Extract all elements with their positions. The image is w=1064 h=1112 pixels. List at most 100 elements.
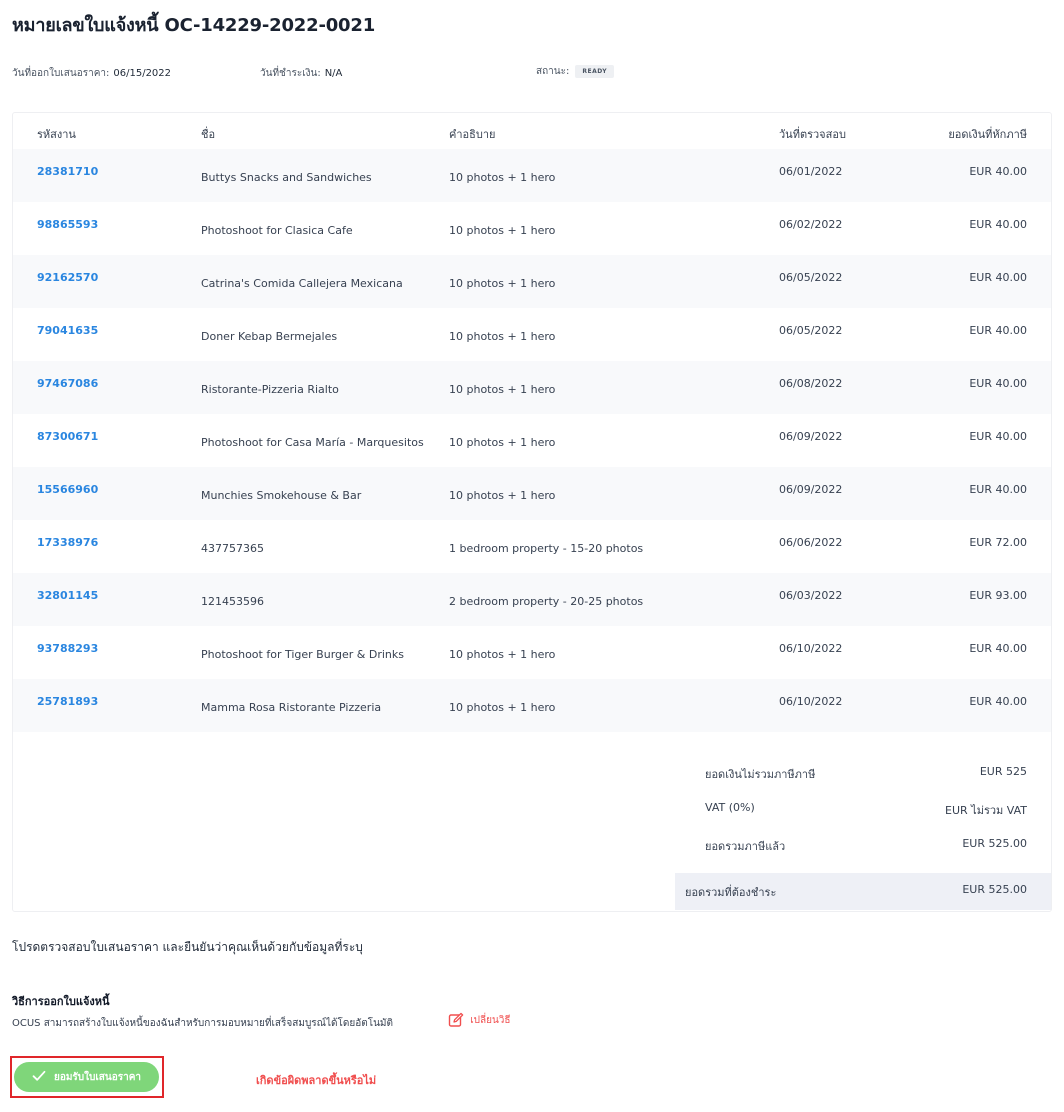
page-title: หมายเลขใบแจ้งหนี้ OC-14229-2022-0021 [12,15,376,36]
job-amount: EUR 40.00 [969,324,1027,337]
vat-value: EUR ไม่รวม VAT [945,804,1027,817]
job-id-link[interactable]: 32801145 [37,589,98,602]
job-review-date: 06/10/2022 [779,642,843,655]
job-description: 10 photos + 1 hero [449,330,556,343]
job-review-date: 06/06/2022 [779,536,843,549]
job-review-date: 06/05/2022 [779,324,843,337]
job-description: 10 photos + 1 hero [449,171,556,184]
job-name: Photoshoot for Tiger Burger & Drinks [201,648,404,661]
job-description: 10 photos + 1 hero [449,224,556,237]
table-row: 32801145 121453596 2 bedroom property - … [13,573,1051,626]
status-label: สถานะ: [536,66,570,77]
payment-date-value: N/A [324,68,343,79]
job-review-date: 06/10/2022 [779,695,843,708]
job-amount: EUR 40.00 [969,642,1027,655]
job-description: 10 photos + 1 hero [449,436,556,449]
issue-date-meta: วันที่ออกใบเสนอราคา: 06/15/2022 [12,66,171,81]
table-row: 25781893 Mamma Rosa Ristorante Pizzeria … [13,679,1051,732]
job-amount: EUR 40.00 [969,377,1027,390]
job-review-date: 06/09/2022 [779,430,843,443]
amount-due-label: ยอดรวมที่ต้องชำระ [685,886,777,899]
table-row: 98865593 Photoshoot for Clasica Cafe 10 … [13,202,1051,255]
edit-icon [448,1012,470,1027]
job-name: 437757365 [201,542,264,555]
table-row: 93788293 Photoshoot for Tiger Burger & D… [13,626,1051,679]
change-method-label: เปลี่ยนวิธี [470,1015,511,1026]
job-name: Photoshoot for Clasica Cafe [201,224,353,237]
report-error-link[interactable]: เกิดข้อผิดพลาดขึ้นหรือไม่ [256,1071,376,1089]
header-description: คำอธิบาย [449,128,496,141]
header-amount: ยอดเงินที่หักภาษี [948,128,1027,141]
job-name: Doner Kebap Bermejales [201,330,338,343]
job-description: 1 bedroom property - 15-20 photos [449,542,644,555]
header-review-date: วันที่ตรวจสอบ [779,128,846,141]
job-amount: EUR 72.00 [969,536,1027,549]
job-amount: EUR 93.00 [969,589,1027,602]
job-review-date: 06/09/2022 [779,483,843,496]
job-name: Buttys Snacks and Sandwiches [201,171,372,184]
vat-label: VAT (0%) [705,801,755,814]
job-description: 10 photos + 1 hero [449,648,556,661]
header-job-id: รหัสงาน [37,128,76,141]
job-id-link[interactable]: 15566960 [37,483,98,496]
job-id-link[interactable]: 97467086 [37,377,98,390]
total-value: EUR 525.00 [962,837,1027,850]
job-name: Ristorante-Pizzeria Rialto [201,383,339,396]
invoicing-method-heading: วิธีการออกใบแจ้งหนี้ [12,995,110,1008]
confirm-instructions: โปรดตรวจสอบใบเสนอราคา และยืนยันว่าคุณเห็… [12,940,363,954]
subtotal-label: ยอดเงินไม่รวมภาษีภาษี [705,768,816,781]
job-name: 121453596 [201,595,264,608]
job-description: 10 photos + 1 hero [449,701,556,714]
job-id-link[interactable]: 79041635 [37,324,98,337]
job-amount: EUR 40.00 [969,165,1027,178]
job-id-link[interactable]: 92162570 [37,271,98,284]
amount-due-value: EUR 525.00 [962,883,1027,896]
total-label: ยอดรวมภาษีแล้ว [705,840,786,853]
job-amount: EUR 40.00 [969,483,1027,496]
job-amount: EUR 40.00 [969,695,1027,708]
job-id-link[interactable]: 87300671 [37,430,98,443]
amount-due-row: ยอดรวมที่ต้องชำระ EUR 525.00 [675,873,1051,910]
payment-date-label: วันที่ชำระเงิน: [260,68,321,79]
job-id-link[interactable]: 98865593 [37,218,98,231]
job-review-date: 06/01/2022 [779,165,843,178]
change-method-link[interactable]: เปลี่ยนวิธี [448,1012,511,1028]
issue-date-value: 06/15/2022 [113,68,172,79]
vat-row: VAT (0%) EUR ไม่รวม VAT [675,791,1051,827]
job-description: 10 photos + 1 hero [449,277,556,290]
job-amount: EUR 40.00 [969,271,1027,284]
table-row: 17338976 437757365 1 bedroom property - … [13,520,1051,573]
subtotal-row: ยอดเงินไม่รวมภาษีภาษี EUR 525 [675,755,1051,791]
status-meta: สถานะ: READY [536,64,615,79]
job-description: 2 bedroom property - 20-25 photos [449,595,644,608]
job-name: Mamma Rosa Ristorante Pizzeria [201,701,382,714]
invoice-table: รหัสงาน ชื่อ คำอธิบาย วันที่ตรวจสอบ ยอดเ… [12,112,1052,912]
job-name: Munchies Smokehouse & Bar [201,489,362,502]
accept-quote-button[interactable]: ยอมรับใบเสนอราคา [14,1062,159,1092]
table-row: 28381710 Buttys Snacks and Sandwiches 10… [13,149,1051,202]
job-review-date: 06/05/2022 [779,271,843,284]
table-row: 97467086 Ristorante-Pizzeria Rialto 10 p… [13,361,1051,414]
header-name: ชื่อ [201,128,216,141]
job-amount: EUR 40.00 [969,218,1027,231]
table-row: 79041635 Doner Kebap Bermejales 10 photo… [13,308,1051,361]
payment-date-meta: วันที่ชำระเงิน: N/A [260,66,342,81]
job-review-date: 06/08/2022 [779,377,843,390]
job-name: Catrina's Comida Callejera Mexicana [201,277,403,290]
job-id-link[interactable]: 93788293 [37,642,98,655]
job-id-link[interactable]: 17338976 [37,536,98,549]
issue-date-label: วันที่ออกใบเสนอราคา: [12,68,110,79]
subtotal-value: EUR 525 [979,765,1027,778]
table-row: 87300671 Photoshoot for Casa María - Mar… [13,414,1051,467]
job-id-link[interactable]: 28381710 [37,165,98,178]
job-review-date: 06/02/2022 [779,218,843,231]
status-badge: READY [575,64,615,78]
job-name: Photoshoot for Casa María - Marquesitos [201,436,424,449]
job-description: 10 photos + 1 hero [449,489,556,502]
invoicing-method-description: OCUS สามารถสร้างใบแจ้งหนี้ของฉันสำหรับกา… [12,1018,393,1029]
table-row: 15566960 Munchies Smokehouse & Bar 10 ph… [13,467,1051,520]
job-amount: EUR 40.00 [969,430,1027,443]
job-id-link[interactable]: 25781893 [37,695,98,708]
table-header: รหัสงาน ชื่อ คำอธิบาย วันที่ตรวจสอบ ยอดเ… [13,113,1051,149]
job-review-date: 06/03/2022 [779,589,843,602]
